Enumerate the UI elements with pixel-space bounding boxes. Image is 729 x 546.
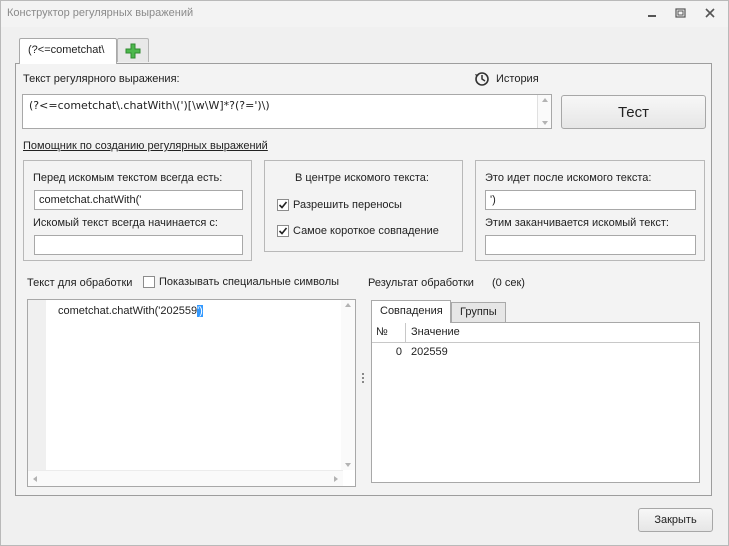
center-label: В центре искомого текста:: [295, 172, 429, 184]
close-icon: [705, 8, 715, 18]
regex-builder-window: Конструктор регулярных выражений (?<=com…: [0, 0, 729, 546]
column-header-value[interactable]: Значение: [407, 323, 464, 342]
scroll-left-icon: [33, 476, 37, 482]
row-value: 202559: [411, 346, 448, 358]
starts-label: Искомый текст всегда начинается с:: [33, 217, 218, 229]
close-button[interactable]: Закрыть: [638, 508, 713, 532]
minimize-icon: [648, 15, 656, 17]
tab-groups[interactable]: Группы: [451, 302, 506, 322]
main-panel: Текст регулярного выражения: История (?<…: [15, 63, 712, 496]
show-special-label: Показывать специальные символы: [159, 276, 340, 288]
checkbox-box: [143, 276, 155, 288]
minimize-button[interactable]: [639, 4, 665, 22]
input-label: Текст для обработки: [27, 277, 133, 289]
scroll-right-icon: [334, 476, 338, 482]
before-group: Перед искомым текстом всегда есть: comet…: [23, 160, 252, 261]
after-value: '): [490, 194, 496, 206]
center-group: В центре искомого текста: Разрешить пере…: [264, 160, 463, 252]
regex-tab-label: (?<=cometchat\: [28, 44, 105, 56]
editor-selection: '): [197, 305, 203, 317]
add-tab-button[interactable]: [117, 38, 149, 62]
plus-icon: [125, 43, 141, 58]
before-value: cometchat.chatWith(': [39, 194, 142, 206]
allow-breaks-label: Разрешить переносы: [293, 199, 402, 211]
scroll-up-icon: [542, 98, 548, 102]
column-header-index[interactable]: №: [372, 323, 406, 342]
input-editor[interactable]: cometchat.chatWith('202559'): [27, 299, 356, 487]
table-row[interactable]: 0 202559: [372, 344, 699, 362]
regex-label: Текст регулярного выражения:: [23, 73, 180, 85]
regex-text: (?<=cometchat\.chatWith\(')[\w\W]*?(?=')…: [29, 99, 270, 112]
window-title: Конструктор регулярных выражений: [7, 7, 194, 19]
grid-header: № Значение: [372, 323, 699, 343]
history-label: История: [496, 73, 539, 85]
checkbox-box: [277, 225, 289, 237]
editor-vertical-scrollbar[interactable]: [341, 300, 355, 470]
ends-label: Этим заканчивается искомый текст:: [485, 217, 669, 229]
checkbox-box: [277, 199, 289, 211]
editor-text: cometchat.chatWith('202559: [58, 305, 198, 317]
row-index: 0: [395, 346, 402, 358]
regex-tab[interactable]: (?<=cometchat\: [19, 38, 117, 64]
editor-horizontal-scrollbar[interactable]: [28, 470, 343, 486]
close-window-button[interactable]: [697, 4, 723, 22]
scroll-up-icon: [345, 303, 351, 307]
editor-line: cometchat.chatWith('202559'): [58, 305, 203, 317]
regex-scrollbar[interactable]: [537, 95, 551, 128]
maximize-button[interactable]: [667, 4, 693, 22]
result-time: (0 сек): [492, 277, 525, 289]
shortest-match-label: Самое короткое совпадение: [293, 225, 439, 237]
after-group: Это идет после искомого текста: ') Этим …: [475, 160, 705, 261]
history-icon: [475, 72, 489, 86]
ends-input[interactable]: [485, 235, 696, 255]
scroll-down-icon: [345, 463, 351, 467]
regex-input[interactable]: (?<=cometchat\.chatWith\(')[\w\W]*?(?=')…: [22, 94, 552, 129]
allow-breaks-checkbox[interactable]: Разрешить переносы: [277, 199, 402, 211]
before-label: Перед искомым текстом всегда есть:: [33, 172, 223, 184]
result-label: Результат обработки: [368, 277, 474, 289]
shortest-match-checkbox[interactable]: Самое короткое совпадение: [277, 225, 439, 237]
starts-input[interactable]: [34, 235, 243, 255]
editor-gutter: [28, 300, 46, 470]
show-special-checkbox[interactable]: Показывать специальные символы: [143, 276, 339, 288]
maximize-icon: [674, 8, 686, 18]
results-grid: № Значение 0 202559: [371, 322, 700, 483]
panel-splitter[interactable]: [361, 373, 365, 387]
test-button[interactable]: Тест: [561, 95, 706, 129]
history-button[interactable]: История: [474, 71, 539, 87]
helper-link[interactable]: Помощник по созданию регулярных выражени…: [23, 140, 268, 152]
after-input[interactable]: '): [485, 190, 696, 210]
title-bar: Конструктор регулярных выражений: [1, 1, 728, 27]
scroll-down-icon: [542, 121, 548, 125]
tab-matches[interactable]: Совпадения: [371, 300, 451, 323]
checkmark-icon: [278, 201, 288, 209]
before-input[interactable]: cometchat.chatWith(': [34, 190, 243, 210]
after-label: Это идет после искомого текста:: [485, 172, 652, 184]
checkmark-icon: [278, 227, 288, 235]
